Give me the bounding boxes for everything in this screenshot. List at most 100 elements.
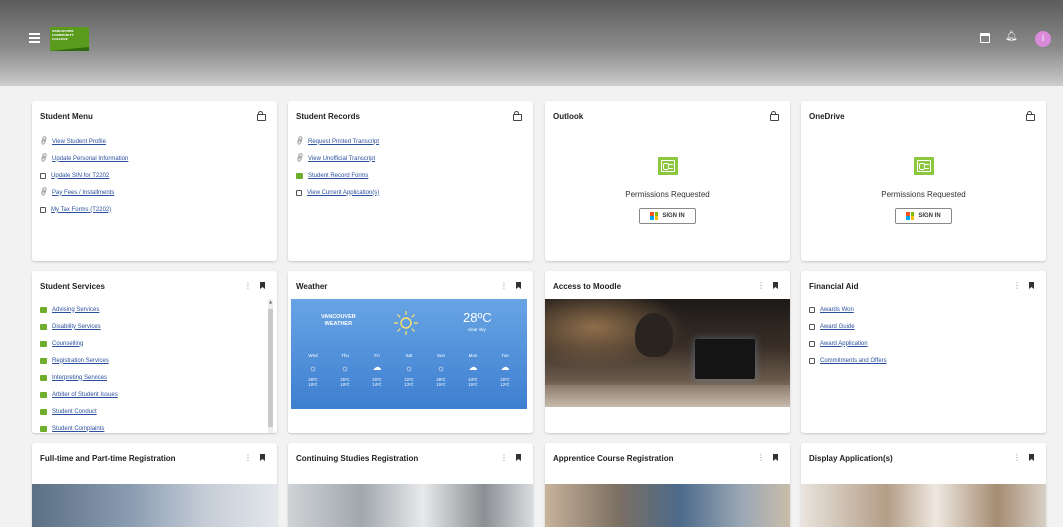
bookmark-icon[interactable]: [516, 454, 521, 461]
list-item-link[interactable]: Arbiter of Student Issues: [52, 392, 118, 398]
more-options-icon[interactable]: ⋮: [244, 453, 252, 462]
list-item[interactable]: Student Conduct: [40, 403, 118, 420]
microsoft-logo-icon: [906, 212, 915, 220]
forecast-day: Sat ☼ 22ºC 13ºC: [393, 353, 425, 387]
bookmark-icon[interactable]: [516, 282, 521, 289]
continuing-studies-photo[interactable]: [288, 484, 533, 527]
forecast-day: Mon ☁ 24ºC 16ºC: [457, 353, 489, 387]
bookmark-icon[interactable]: [260, 282, 265, 289]
sun-icon: ☼: [340, 362, 350, 373]
more-options-icon[interactable]: ⋮: [757, 453, 765, 462]
weather-city-sub: WEATHER: [324, 321, 353, 327]
list-item-link[interactable]: Award Application: [820, 341, 868, 347]
calendar-icon[interactable]: [980, 33, 990, 43]
bell-icon[interactable]: 🔔︎: [1005, 32, 1018, 42]
sun-icon: ☼: [308, 362, 318, 373]
sun-icon: ☼: [404, 362, 414, 373]
cloud-icon: ☁: [372, 362, 382, 372]
list-item-link[interactable]: View Unofficial Transcript: [308, 156, 375, 162]
list-item-link[interactable]: Counselling: [52, 341, 83, 347]
registration-photo[interactable]: [32, 484, 277, 527]
document-icon: [40, 172, 46, 179]
card-title: Access to Moodle: [553, 282, 622, 291]
green-folder-icon: [40, 408, 47, 415]
forecast-day: Sun ☼ 26ºC 15ºC: [425, 353, 457, 387]
list-item[interactable]: Awards Won: [809, 301, 887, 318]
weather-widget[interactable]: VANCOUVER WEATHER 28ºC clear sky Wed ☼ 28º…: [291, 299, 527, 409]
list-item-link[interactable]: Update Personal Information: [52, 156, 128, 162]
more-options-icon[interactable]: ⋮: [1013, 453, 1021, 462]
list-item[interactable]: My Tax Forms (T2202): [40, 201, 128, 218]
list-item-link[interactable]: View Student Profile: [52, 139, 106, 145]
hamburger-menu-icon[interactable]: [29, 33, 40, 45]
list-item-link[interactable]: Pay Fees / Installments: [52, 190, 114, 196]
list-item-link[interactable]: Commitments and Offers: [820, 358, 887, 364]
card-title: Weather: [296, 282, 328, 291]
outlook-sign-in-button[interactable]: SIGN IN: [639, 208, 696, 224]
list-item-link[interactable]: Update SIN for T2202: [51, 173, 109, 179]
list-item[interactable]: Award Application: [809, 335, 887, 352]
more-options-icon[interactable]: ⋮: [500, 281, 508, 290]
card-title: Outlook: [553, 112, 584, 121]
list-item-link[interactable]: Student Record Forms: [308, 173, 368, 179]
list-item-link[interactable]: View Current Application(s): [307, 190, 379, 196]
list-item[interactable]: Disability Services: [40, 318, 118, 335]
document-icon: [809, 306, 815, 313]
moodle-student-photo[interactable]: [545, 299, 790, 407]
scroll-up-arrow-icon[interactable]: ▲: [268, 299, 273, 304]
list-item[interactable]: View Current Application(s): [296, 184, 379, 201]
forecast-low: 18ºC: [340, 382, 350, 387]
forecast-day: Fri ☁ 20ºC 14ºC: [361, 353, 393, 387]
more-options-icon[interactable]: ⋮: [757, 281, 765, 290]
list-item[interactable]: Student Complaints: [40, 420, 118, 433]
more-options-icon[interactable]: ⋮: [1013, 281, 1021, 290]
list-item[interactable]: Counselling: [40, 335, 118, 352]
bookmark-icon[interactable]: [773, 282, 778, 289]
list-item[interactable]: Arbiter of Student Issues: [40, 386, 118, 403]
list-item-link[interactable]: Registration Services: [52, 358, 109, 364]
list-item-link[interactable]: Student Conduct: [52, 409, 97, 415]
bookmark-icon[interactable]: [1029, 454, 1034, 461]
list-item-link[interactable]: Student Complaints: [52, 426, 104, 432]
list-item-link[interactable]: Award Guide: [820, 324, 855, 330]
onedrive-sign-in-button[interactable]: SIGN IN: [895, 208, 952, 224]
list-item[interactable]: 🔗︎ View Unofficial Transcript: [295, 150, 379, 167]
green-folder-icon: [296, 172, 303, 179]
list-item[interactable]: 🔗︎ Request Printed Transcript: [295, 133, 379, 150]
forecast-day-name: Sat: [405, 353, 413, 358]
list-item-link[interactable]: My Tax Forms (T2202): [51, 207, 111, 213]
forecast-low: 18ºC: [308, 382, 318, 387]
list-item-link[interactable]: Interpreting Services: [52, 375, 107, 381]
list-item[interactable]: 🔗︎ View Student Profile: [39, 133, 128, 150]
list-item[interactable]: Commitments and Offers: [809, 352, 887, 369]
display-application-photo[interactable]: [801, 484, 1046, 527]
document-icon: [296, 189, 302, 196]
bookmark-icon[interactable]: [260, 454, 265, 461]
more-options-icon[interactable]: ⋮: [244, 281, 252, 290]
list-item[interactable]: 🔗︎ Update Personal Information: [39, 150, 129, 167]
college-logo[interactable]: VANCOUVER COMMUNITY COLLEGE: [50, 27, 89, 51]
scroll-thumb[interactable]: [268, 309, 273, 427]
list-item[interactable]: 🔗︎ Pay Fees / Installments: [39, 184, 128, 201]
list-item-link[interactable]: Request Printed Transcript: [308, 139, 379, 145]
apprentice-photo[interactable]: [545, 484, 790, 527]
list-item[interactable]: Interpreting Services: [40, 369, 118, 386]
card-title: Full-time and Part-time Registration: [40, 454, 176, 463]
forecast-low: 15ºC: [436, 382, 446, 387]
bookmark-icon[interactable]: [1029, 282, 1034, 289]
list-item-link[interactable]: Awards Won: [820, 307, 854, 313]
scroll-down-arrow-icon[interactable]: ▼: [268, 432, 273, 433]
list-item[interactable]: Registration Services: [40, 352, 118, 369]
apprentice-registration-card: Apprentice Course Registration ⋮: [545, 443, 790, 527]
list-item-link[interactable]: Disability Services: [52, 324, 101, 330]
continuing-studies-card: Continuing Studies Registration ⋮: [288, 443, 533, 527]
avatar[interactable]: I: [1035, 31, 1051, 47]
list-item[interactable]: Advising Services: [40, 301, 118, 318]
list-item-link[interactable]: Advising Services: [52, 307, 99, 313]
more-options-icon[interactable]: ⋮: [500, 453, 508, 462]
list-item[interactable]: Award Guide: [809, 318, 887, 335]
scrollbar[interactable]: ▲ ▼: [268, 299, 273, 433]
bookmark-icon[interactable]: [773, 454, 778, 461]
list-item[interactable]: Student Record Forms: [296, 167, 379, 184]
list-item[interactable]: Update SIN for T2202: [40, 167, 128, 184]
